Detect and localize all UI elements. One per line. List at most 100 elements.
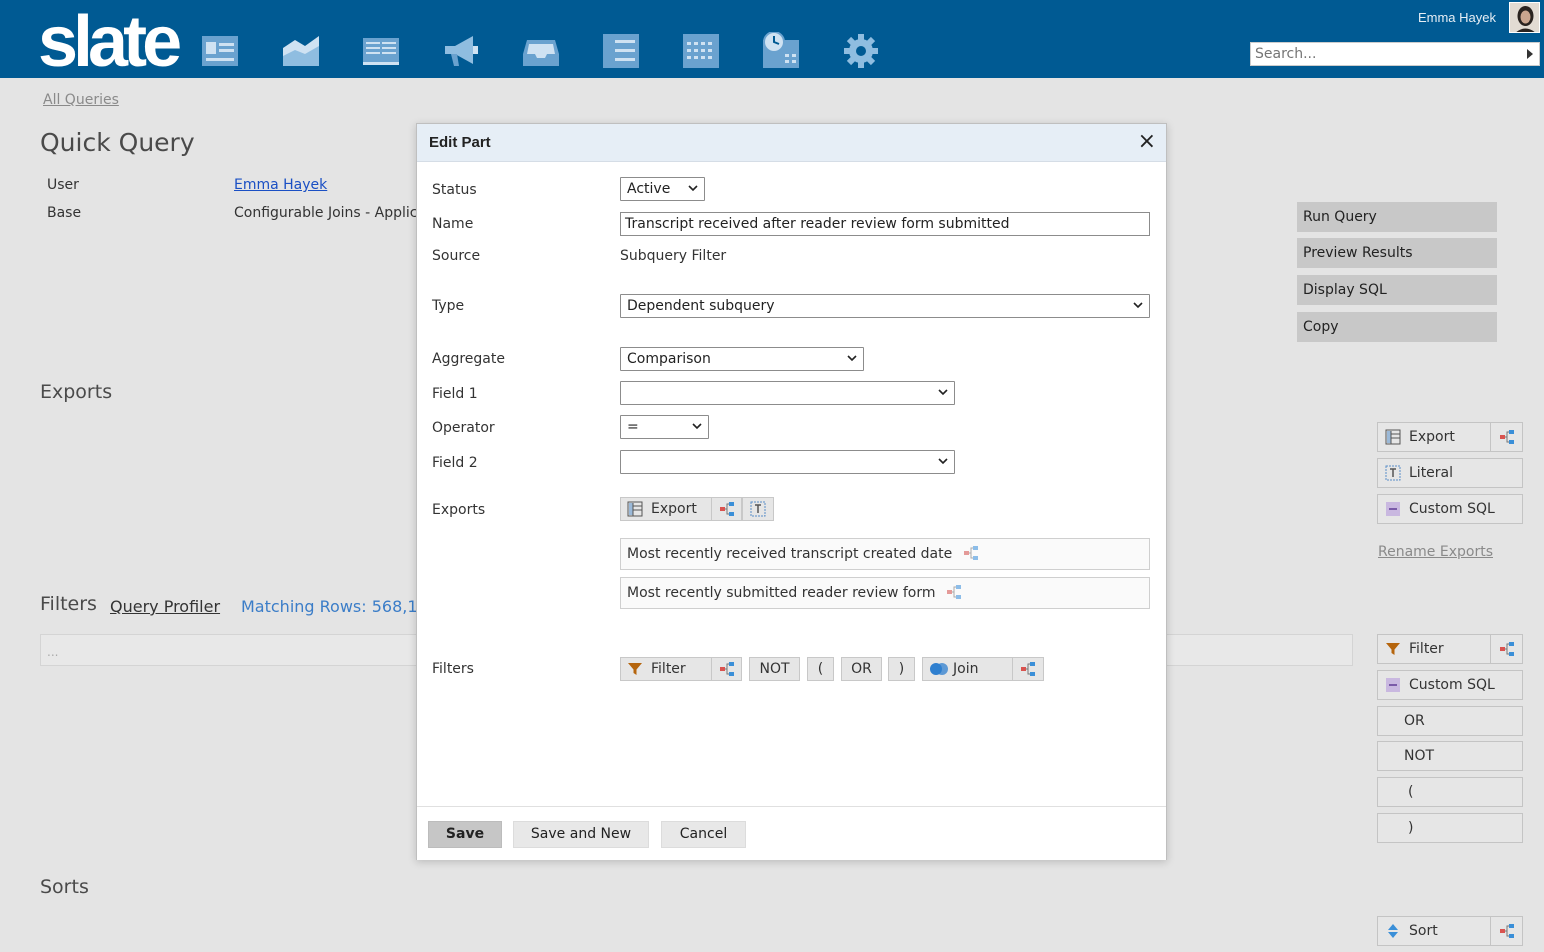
exports-heading: Exports	[40, 381, 113, 403]
query-profiler-link[interactable]: Query Profiler	[110, 597, 220, 616]
operator-label: Operator	[432, 420, 495, 436]
aggregate-label: Aggregate	[432, 351, 505, 367]
megaphone-icon[interactable]	[441, 32, 481, 70]
hierarchy-icon	[1499, 924, 1514, 938]
rename-exports-link[interactable]: Rename Exports	[1378, 544, 1493, 560]
sort-add-button[interactable]: Sort	[1377, 916, 1523, 946]
breadcrumb-all-queries[interactable]: All Queries	[43, 92, 119, 108]
filters-heading: Filters	[40, 593, 97, 615]
dialog-footer: Save Save and New Cancel	[417, 806, 1166, 860]
modal-open-paren-button[interactable]: (	[807, 657, 834, 681]
literal-icon	[1385, 465, 1401, 481]
dialog-header: Edit Part ×	[417, 124, 1166, 162]
area-chart-icon[interactable]	[281, 32, 321, 70]
avatar[interactable]	[1509, 2, 1540, 33]
list-icon[interactable]	[601, 32, 641, 70]
modal-filter-button[interactable]: Filter	[620, 657, 712, 681]
export-item[interactable]: Most recently received transcript create…	[620, 538, 1150, 570]
sql-icon	[1386, 678, 1400, 692]
funnel-icon	[1386, 643, 1400, 655]
literal-icon	[750, 501, 766, 517]
matching-rows: Matching Rows: 568,180	[241, 597, 416, 616]
custom-sql-export-button[interactable]: Custom SQL	[1377, 494, 1523, 524]
source-label: Source	[432, 248, 481, 264]
field1-select[interactable]	[620, 381, 955, 405]
field2-label: Field 2	[432, 455, 478, 471]
chevron-down-icon	[688, 185, 698, 192]
sorts-heading: Sorts	[40, 876, 89, 898]
filter-add-button[interactable]: Filter	[1377, 634, 1523, 664]
copy-button[interactable]: Copy	[1297, 312, 1497, 342]
chevron-down-icon	[847, 355, 857, 362]
top-navigation-bar: slate Emma Hayek Search...	[0, 0, 1544, 78]
modal-join-related-button[interactable]	[1012, 657, 1044, 681]
sql-icon	[1386, 502, 1400, 516]
modal-close-paren-button[interactable]: )	[888, 657, 915, 681]
edit-part-dialog: Edit Part × Status Active Name Transcrip…	[416, 123, 1167, 860]
contact-card-icon[interactable]	[200, 32, 240, 70]
search-go-icon[interactable]	[1527, 49, 1533, 59]
save-button[interactable]: Save	[428, 821, 502, 848]
hierarchy-icon[interactable]	[946, 584, 962, 600]
modal-export-button[interactable]: Export	[620, 497, 712, 521]
type-label: Type	[432, 298, 465, 314]
source-value: Subquery Filter	[620, 248, 727, 264]
export-add-button[interactable]: Export	[1377, 422, 1523, 452]
book-icon[interactable]	[361, 32, 401, 70]
modal-or-button[interactable]: OR	[841, 657, 882, 681]
calendar-icon[interactable]	[681, 32, 721, 70]
sort-arrows-icon	[1388, 924, 1398, 938]
hierarchy-icon	[1021, 662, 1035, 676]
close-paren-button[interactable]: )	[1377, 813, 1523, 843]
modal-literal-button[interactable]	[742, 497, 774, 521]
name-field[interactable]: Transcript received after reader review …	[620, 212, 1150, 236]
run-query-button[interactable]: Run Query	[1297, 202, 1497, 232]
page-title: Quick Query	[40, 128, 195, 157]
join-icon	[930, 663, 948, 675]
user-label: User	[47, 177, 79, 193]
export-item[interactable]: Most recently submitted reader review fo…	[620, 577, 1150, 609]
cancel-button[interactable]: Cancel	[661, 821, 746, 848]
display-sql-button[interactable]: Display SQL	[1297, 275, 1497, 305]
chevron-down-icon	[1133, 302, 1143, 309]
hierarchy-icon	[719, 502, 734, 516]
export-columns-icon	[627, 501, 643, 517]
modal-filter-related-button[interactable]	[711, 657, 742, 681]
hierarchy-icon[interactable]	[963, 545, 979, 561]
gear-icon[interactable]	[841, 32, 881, 70]
not-button[interactable]: NOT	[1377, 741, 1523, 771]
search-box	[1250, 42, 1540, 66]
hierarchy-icon	[1499, 430, 1514, 444]
aggregate-select[interactable]: Comparison	[620, 347, 864, 371]
type-select[interactable]: Dependent subquery	[620, 294, 1150, 318]
or-button[interactable]: OR	[1377, 706, 1523, 736]
sort-related-button[interactable]	[1490, 917, 1522, 945]
exports-label: Exports	[432, 502, 486, 518]
literal-add-button[interactable]: Literal	[1377, 458, 1523, 488]
field2-select[interactable]	[620, 450, 955, 474]
open-paren-button[interactable]: (	[1377, 777, 1523, 807]
modal-join-button[interactable]: Join	[922, 657, 1013, 681]
save-and-new-button[interactable]: Save and New	[513, 821, 649, 848]
chevron-down-icon	[938, 458, 948, 465]
calendar-clock-icon[interactable]	[761, 32, 801, 70]
search-input[interactable]	[1251, 43, 1511, 65]
base-value: Configurable Joins - Applica	[234, 205, 416, 221]
modal-not-button[interactable]: NOT	[749, 657, 800, 681]
operator-select[interactable]: =	[620, 415, 709, 439]
filters-label: Filters	[432, 661, 474, 677]
user-link[interactable]: Emma Hayek	[234, 177, 327, 193]
user-name[interactable]: Emma Hayek	[1418, 10, 1496, 25]
user-photo-icon	[1510, 3, 1539, 32]
inbox-icon[interactable]	[521, 32, 561, 70]
custom-sql-filter-button[interactable]: Custom SQL	[1377, 670, 1523, 700]
status-select[interactable]: Active	[620, 177, 705, 201]
filter-related-button[interactable]	[1490, 635, 1522, 663]
funnel-icon	[628, 663, 642, 675]
base-label: Base	[47, 205, 82, 221]
preview-results-button[interactable]: Preview Results	[1297, 238, 1497, 268]
modal-export-related-button[interactable]	[711, 497, 742, 521]
export-related-button[interactable]	[1490, 423, 1522, 451]
close-icon[interactable]: ×	[1138, 130, 1156, 154]
slate-logo[interactable]: slate	[38, 6, 182, 78]
